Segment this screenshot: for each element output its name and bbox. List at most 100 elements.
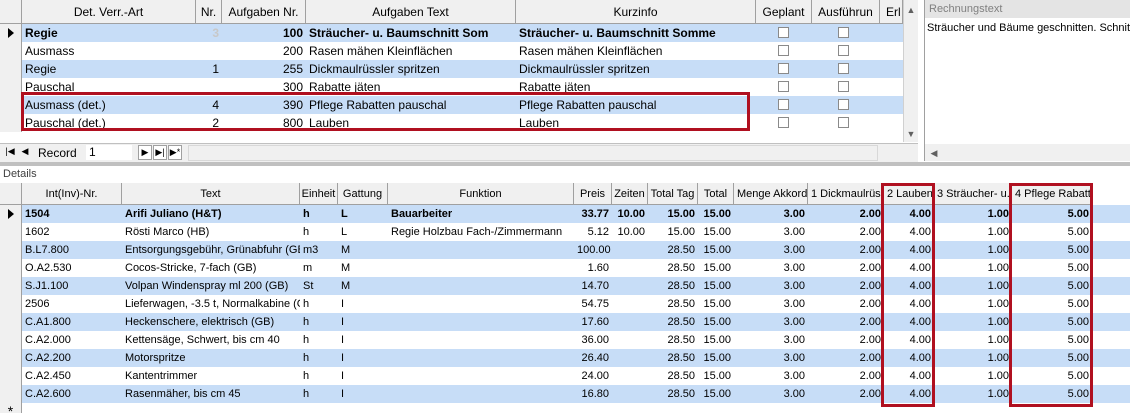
cell-aufgaben-nr[interactable]: 100 (222, 24, 306, 42)
cell-einheit[interactable]: m3 (300, 241, 338, 259)
cell-aufgaben-text[interactable]: Dickmaulrüssler spritzen (306, 60, 516, 78)
col-header-aufgaben-nr[interactable]: Aufgaben Nr. (222, 0, 306, 24)
col-header-gattung[interactable]: Gattung (338, 183, 388, 205)
top-horizontal-scrollbar[interactable] (188, 145, 878, 161)
cell-einheit[interactable]: St (300, 277, 338, 295)
cell-text[interactable]: Rösti Marco (HB) (122, 223, 300, 241)
cell-preis[interactable]: 14.70 (574, 277, 612, 295)
cell-total[interactable]: 15.00 (698, 349, 734, 367)
row-selector[interactable] (0, 313, 22, 331)
geplant-checkbox[interactable] (778, 63, 789, 74)
cell-preis[interactable]: 100.00 (574, 241, 612, 259)
cell-preis[interactable]: 16.80 (574, 385, 612, 403)
nav-prev-icon[interactable]: ◀ (18, 145, 32, 160)
cell-int-nr[interactable]: B.L7.800 (22, 241, 122, 259)
cell-menge-akkord[interactable]: 3.00 (734, 331, 808, 349)
cell-straeucher[interactable]: 1.00 (934, 385, 1012, 403)
cell-funktion[interactable] (388, 259, 574, 277)
cell-dickmaulruessler[interactable]: 2.00 (808, 277, 884, 295)
col-header-text[interactable]: Text (122, 183, 300, 205)
cell-dickmaulruessler[interactable]: 2.00 (808, 241, 884, 259)
detail-row[interactable]: C.A1.800 Heckenschere, elektrisch (GB) h I 1… (0, 313, 1130, 331)
col-header-menge-akkord[interactable]: Menge Akkord (734, 183, 808, 205)
row-selector[interactable] (0, 223, 22, 241)
cell-menge-akkord[interactable]: 3.00 (734, 241, 808, 259)
cell-gattung[interactable]: M (338, 277, 388, 295)
rechnungstext-field[interactable]: Sträucher und Bäume geschnitten. Schnitt (927, 22, 1130, 34)
cell-text[interactable]: Kantentrimmer (122, 367, 300, 385)
detail-row[interactable]: 1602 Rösti Marco (HB) h L Regie Holzbau Fach… (0, 223, 1130, 241)
cell-int-nr[interactable]: C.A2.600 (22, 385, 122, 403)
cell-straeucher[interactable]: 1.00 (934, 295, 1012, 313)
cell-preis[interactable]: 36.00 (574, 331, 612, 349)
geplant-checkbox[interactable] (778, 27, 789, 38)
cell-preis[interactable]: 33.77 (574, 205, 612, 223)
cell-zeiten[interactable]: 10.00 (612, 223, 648, 241)
cell-int-nr[interactable]: O.A2.530 (22, 259, 122, 277)
cell-gattung[interactable]: I (338, 349, 388, 367)
cell-total-tag[interactable]: 28.50 (648, 385, 698, 403)
geplant-checkbox[interactable] (778, 117, 789, 128)
cell-einheit[interactable]: h (300, 205, 338, 223)
cell-art[interactable]: Regie (22, 24, 196, 42)
cell-menge-akkord[interactable]: 3.00 (734, 223, 808, 241)
cell-total[interactable]: 15.00 (698, 223, 734, 241)
row-selector[interactable] (0, 60, 22, 78)
cell-zeiten[interactable] (612, 331, 648, 349)
geplant-checkbox[interactable] (778, 81, 789, 92)
task-row[interactable]: Ausmass 200 Rasen mähen Kleinflächen Rasen … (0, 42, 903, 60)
col-header-kurzinfo[interactable]: Kurzinfo (516, 0, 756, 24)
scroll-up-icon[interactable]: ▲ (904, 3, 918, 17)
col-header-total-tag[interactable]: Total Tag (648, 183, 698, 205)
cell-straeucher[interactable]: 1.00 (934, 277, 1012, 295)
cell-funktion[interactable] (388, 367, 574, 385)
ausfuehrung-checkbox[interactable] (838, 117, 849, 128)
col-header-straeucher[interactable]: 3 Sträucher- u. (934, 183, 1012, 205)
cell-int-nr[interactable]: C.A2.200 (22, 349, 122, 367)
task-row[interactable]: Regie 1 255 Dickmaulrüssler spritzen Dickmau… (0, 60, 903, 78)
cell-text[interactable]: Rasenmäher, bis cm 45 (122, 385, 300, 403)
cell-total[interactable]: 15.00 (698, 385, 734, 403)
scroll-down-icon[interactable]: ▼ (904, 127, 918, 141)
cell-gattung[interactable]: I (338, 331, 388, 349)
col-header-dickmaulruessler[interactable]: 1 Dickmaulrüss (808, 183, 884, 205)
cell-preis[interactable]: 54.75 (574, 295, 612, 313)
nav-next-icon[interactable]: ▶ (138, 145, 152, 160)
cell-zeiten[interactable] (612, 313, 648, 331)
cell-menge-akkord[interactable]: 3.00 (734, 205, 808, 223)
geplant-checkbox[interactable] (778, 99, 789, 110)
cell-int-nr[interactable]: S.J1.100 (22, 277, 122, 295)
col-header-preis[interactable]: Preis (574, 183, 612, 205)
cell-straeucher[interactable]: 1.00 (934, 241, 1012, 259)
cell-funktion[interactable] (388, 241, 574, 259)
cell-art[interactable]: Regie (22, 60, 196, 78)
cell-nr[interactable] (196, 42, 222, 60)
row-selector[interactable] (0, 259, 22, 277)
col-header-int-nr[interactable]: Int(Inv)-Nr. (22, 183, 122, 205)
cell-menge-akkord[interactable]: 3.00 (734, 385, 808, 403)
detail-row[interactable]: 2506 Lieferwagen, -3.5 t, Normalkabine (G… (0, 295, 1130, 313)
cell-gattung[interactable]: M (338, 259, 388, 277)
cell-dickmaulruessler[interactable]: 2.00 (808, 295, 884, 313)
cell-total[interactable]: 15.00 (698, 259, 734, 277)
cell-total-tag[interactable]: 28.50 (648, 349, 698, 367)
detail-row[interactable]: C.A2.450 Kantentrimmer h I 24.00 28.50 15.00 3.… (0, 367, 1130, 385)
cell-gattung[interactable]: L (338, 223, 388, 241)
cell-zeiten[interactable] (612, 385, 648, 403)
detail-row[interactable]: O.A2.530 Cocos-Stricke, 7-fach (GB) m M 1.60… (0, 259, 1130, 277)
cell-preis[interactable]: 24.00 (574, 367, 612, 385)
cell-total-tag[interactable]: 15.00 (648, 223, 698, 241)
cell-total-tag[interactable]: 28.50 (648, 313, 698, 331)
cell-funktion[interactable] (388, 331, 574, 349)
row-selector[interactable] (0, 331, 22, 349)
cell-aufgaben-text[interactable]: Rasen mähen Kleinflächen (306, 42, 516, 60)
cell-zeiten[interactable] (612, 277, 648, 295)
cell-straeucher[interactable]: 1.00 (934, 313, 1012, 331)
cell-einheit[interactable]: h (300, 367, 338, 385)
cell-einheit[interactable]: h (300, 385, 338, 403)
cell-total-tag[interactable]: 28.50 (648, 331, 698, 349)
cell-funktion[interactable] (388, 277, 574, 295)
detail-row[interactable]: B.L7.800 Entsorgungsgebühr, Grünabfuhr (G… (0, 241, 1130, 259)
cell-text[interactable]: Motorspritze (122, 349, 300, 367)
cell-zeiten[interactable] (612, 367, 648, 385)
